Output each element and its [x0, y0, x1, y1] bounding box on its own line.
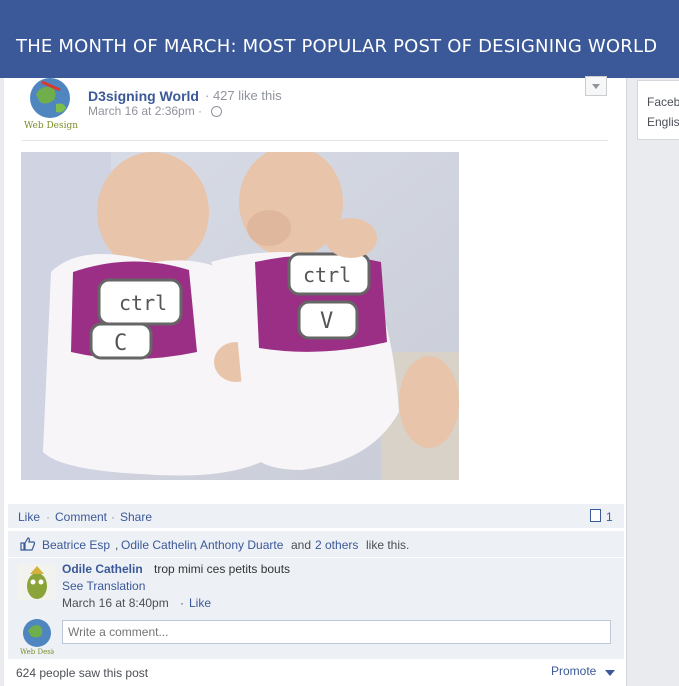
likes-summary: Beatrice Esp , Odile Cathelin , Anthony …: [8, 531, 624, 557]
thumbs-up-icon: [20, 537, 36, 551]
onesie-key-c: C: [114, 331, 127, 356]
comment-count-icon[interactable]: [590, 509, 601, 522]
page-avatar[interactable]: Web Design: [22, 76, 78, 130]
page-likes-count: · 427 like this: [205, 88, 282, 103]
banner-title: THE MONTH OF MARCH: MOST POPULAR POST OF…: [16, 36, 658, 57]
likes-and-text: and: [291, 538, 312, 552]
separator-dot: ·: [180, 596, 184, 610]
comment-input[interactable]: [63, 621, 610, 643]
comment-like-button[interactable]: Like: [189, 596, 211, 610]
name-comma: ,: [194, 538, 198, 552]
avatar-caption: Web Design: [20, 648, 54, 655]
post-photo[interactable]: ctrl C ctrl V: [21, 152, 459, 480]
sidebar-link-facebook[interactable]: Faceb: [647, 95, 679, 109]
commenter-name[interactable]: Odile Cathelin: [62, 562, 143, 576]
right-sidebar: Faceb Englis: [626, 78, 679, 686]
post-action-bar: Like · Comment · Share 1: [8, 504, 624, 528]
comment-count[interactable]: 1: [606, 510, 613, 524]
header-banner: THE MONTH OF MARCH: MOST POPULAR POST OF…: [0, 0, 679, 78]
globe-icon: [211, 106, 222, 117]
promote-button[interactable]: Promote: [551, 664, 596, 678]
comment-item: Odile Cathelin trop mimi ces petits bout…: [8, 558, 624, 616]
comment-button[interactable]: Comment: [55, 510, 107, 524]
likes-others-link[interactable]: 2 others: [315, 538, 358, 552]
reach-count[interactable]: 624 people saw this post: [16, 666, 148, 680]
comment-text: trop mimi ces petits bouts: [154, 562, 291, 576]
promote-caret-icon[interactable]: [605, 670, 615, 676]
separator-dot: ·: [46, 510, 50, 524]
sidebar-card: Faceb Englis: [637, 80, 679, 140]
post-timestamp[interactable]: March 16 at 2:36pm ·: [88, 104, 202, 118]
onesie-key-ctrl-left: ctrl: [119, 291, 167, 315]
like-button[interactable]: Like: [18, 510, 40, 524]
liker-name[interactable]: Anthony Duarte: [200, 538, 283, 552]
page-name-link[interactable]: D3signing World: [88, 88, 199, 104]
likes-suffix: like this.: [366, 538, 410, 552]
header-divider: [22, 140, 608, 141]
separator-dot: ·: [111, 510, 115, 524]
share-button[interactable]: Share: [120, 510, 152, 524]
comment-input-wrapper[interactable]: [62, 620, 611, 644]
post-card: Web Design D3signing World · 427 like th…: [4, 76, 626, 686]
avatar-caption: Web Design: [24, 121, 78, 130]
onesie-key-ctrl-right: ctrl: [303, 263, 351, 287]
commenter-avatar[interactable]: [18, 564, 56, 600]
post-options-chevron-icon[interactable]: [585, 76, 607, 96]
composer-avatar: Web Design: [20, 619, 54, 655]
onesie-key-v: V: [320, 309, 333, 334]
name-comma: ,: [115, 538, 119, 552]
comment-timestamp[interactable]: March 16 at 8:40pm: [62, 596, 169, 610]
see-translation-link[interactable]: See Translation: [62, 579, 145, 593]
liker-name[interactable]: Odile Cathelin: [121, 538, 196, 552]
liker-name[interactable]: Beatrice Esp: [42, 538, 110, 552]
sidebar-link-english[interactable]: Englis: [647, 115, 679, 129]
